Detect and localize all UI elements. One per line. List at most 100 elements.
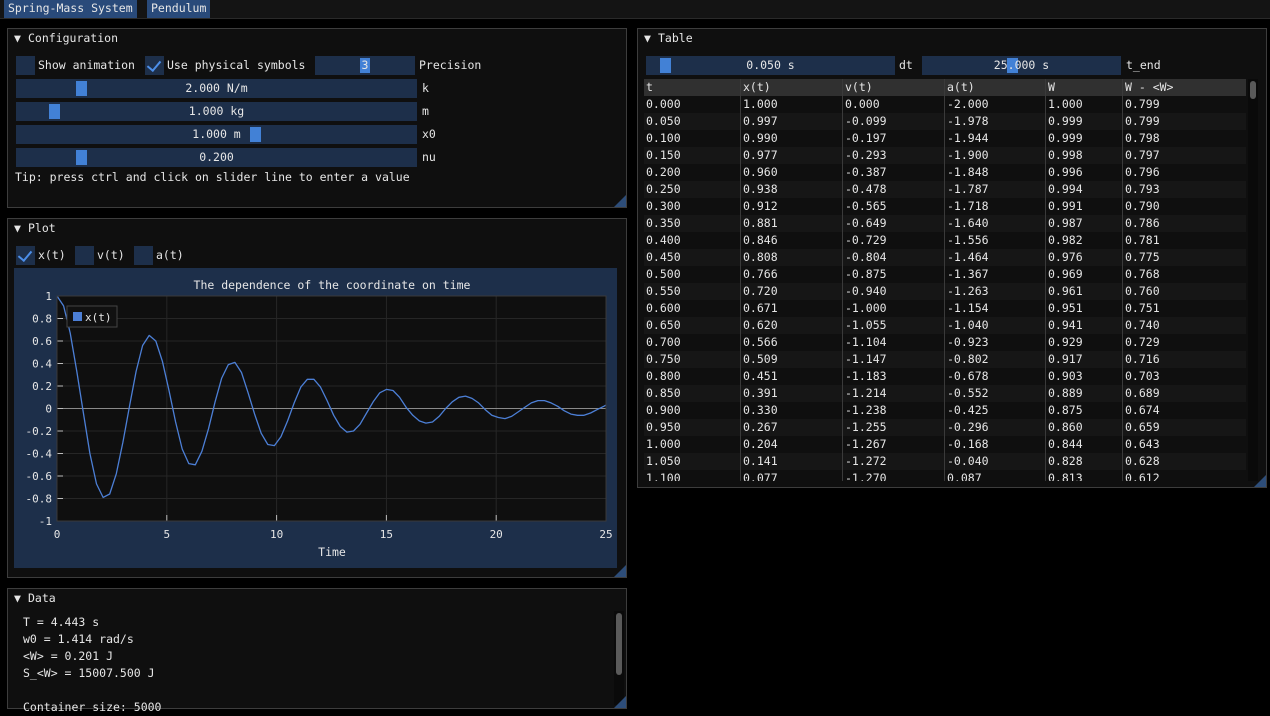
data-scrollbar[interactable] — [614, 611, 624, 705]
table-row[interactable]: 1.050 0.141 -1.272 -0.040 0.828 0.628 — [644, 453, 1246, 470]
resize-grip[interactable] — [1254, 475, 1266, 487]
column-header[interactable]: v(t) — [843, 79, 945, 96]
table-cell: -0.425 — [947, 403, 989, 417]
collapse-triangle-icon[interactable]: ▼ — [14, 589, 28, 607]
dt-slider-grab[interactable] — [659, 58, 671, 73]
table-row[interactable]: 0.550 0.720 -0.940 -1.263 0.961 0.760 — [644, 283, 1246, 300]
table-cell: 0.998 — [1048, 148, 1083, 162]
table-row[interactable]: 0.050 0.997 -0.099 -1.978 0.999 0.799 — [644, 113, 1246, 130]
dt-slider[interactable]: 0.050 s — [646, 56, 895, 75]
table-cell: 0.976 — [1048, 250, 1083, 264]
resize-grip[interactable] — [614, 195, 626, 207]
table-cell: 0.991 — [1048, 199, 1083, 213]
table-row[interactable]: 0.700 0.566 -1.104 -0.923 0.929 0.729 — [644, 334, 1246, 351]
table-cell: 0.860 — [1048, 420, 1083, 434]
slider-nu-grab[interactable] — [75, 150, 87, 165]
y-tick-label: 0.2 — [32, 380, 52, 393]
table-row[interactable]: 0.100 0.990 -0.197 -1.944 0.999 0.798 — [644, 130, 1246, 147]
tab-spring-mass-system[interactable]: Spring-Mass System — [4, 0, 137, 18]
table-row[interactable]: 0.800 0.451 -1.183 -0.678 0.903 0.703 — [644, 368, 1246, 385]
table-cell: 0.087 — [947, 471, 982, 481]
vt-checkbox-label: v(t) — [97, 248, 125, 262]
column-divider — [740, 79, 741, 481]
slider-x0-grab[interactable] — [249, 127, 261, 142]
configuration-title-bar[interactable]: ▼ Configuration — [8, 29, 626, 48]
column-header[interactable]: W — [1046, 79, 1123, 96]
y-tick-label: 1 — [45, 290, 52, 303]
table-row[interactable]: 1.000 0.204 -1.267 -0.168 0.844 0.643 — [644, 436, 1246, 453]
table-cell: 0.509 — [743, 352, 778, 366]
data-scrollbar-thumb[interactable] — [616, 613, 622, 675]
collapse-triangle-icon[interactable]: ▼ — [14, 29, 28, 47]
at-checkbox[interactable] — [134, 246, 153, 265]
table-cell: 0.941 — [1048, 318, 1083, 332]
slider-nu[interactable]: 0.200 — [16, 148, 417, 167]
slider-x0[interactable]: 1.000 m — [16, 125, 417, 144]
collapse-triangle-icon[interactable]: ▼ — [14, 219, 28, 237]
x-tick-label: 10 — [270, 528, 283, 541]
table-cell: 0.977 — [743, 148, 778, 162]
table-row[interactable]: 0.950 0.267 -1.255 -0.296 0.860 0.659 — [644, 419, 1246, 436]
table-cell: 0.889 — [1048, 386, 1083, 400]
table-title-bar[interactable]: ▼ Table — [638, 29, 1266, 48]
table-row[interactable]: 0.150 0.977 -0.293 -1.900 0.998 0.797 — [644, 147, 1246, 164]
slider-nu-label: nu — [422, 150, 436, 164]
table-row[interactable]: 0.400 0.846 -0.729 -1.556 0.982 0.781 — [644, 232, 1246, 249]
resize-grip[interactable] — [614, 696, 626, 708]
slider-k-grab[interactable] — [75, 81, 87, 96]
table-row[interactable]: 0.500 0.766 -0.875 -1.367 0.969 0.768 — [644, 266, 1246, 283]
slider-m[interactable]: 1.000 kg — [16, 102, 417, 121]
plot-area[interactable]: The dependence of the coordinate on time… — [14, 268, 617, 568]
show-animation-checkbox[interactable] — [16, 56, 35, 75]
precision-input[interactable]: 3 — [315, 56, 415, 75]
data-title-bar[interactable]: ▼ Data — [8, 589, 626, 608]
table-row[interactable]: 0.000 1.000 0.000 -2.000 1.000 0.799 — [644, 96, 1246, 113]
table-cell: 0.961 — [1048, 284, 1083, 298]
table-row[interactable]: 0.900 0.330 -1.238 -0.425 0.875 0.674 — [644, 402, 1246, 419]
table-cell: -0.678 — [947, 369, 989, 383]
table-row[interactable]: 0.650 0.620 -1.055 -1.040 0.941 0.740 — [644, 317, 1246, 334]
table-row[interactable]: 0.600 0.671 -1.000 -1.154 0.951 0.751 — [644, 300, 1246, 317]
table-row[interactable]: 0.250 0.938 -0.478 -1.787 0.994 0.793 — [644, 181, 1246, 198]
collapse-triangle-icon[interactable]: ▼ — [644, 29, 658, 47]
column-header[interactable]: W - <W> — [1123, 79, 1246, 96]
table-row[interactable]: 0.200 0.960 -0.387 -1.848 0.996 0.796 — [644, 164, 1246, 181]
x-axis-label: Time — [318, 545, 346, 559]
table-cell: 0.100 — [646, 131, 681, 145]
table-cell: -1.848 — [947, 165, 989, 179]
plot-title-bar[interactable]: ▼ Plot — [8, 219, 626, 238]
table-scrollbar[interactable] — [1248, 79, 1258, 481]
vt-checkbox[interactable] — [75, 246, 94, 265]
table-cell: -0.293 — [845, 148, 887, 162]
table-cell: 0.799 — [1125, 114, 1160, 128]
slider-x0-label: x0 — [422, 127, 436, 141]
table-row[interactable]: 0.300 0.912 -0.565 -1.718 0.991 0.790 — [644, 198, 1246, 215]
slider-m-grab[interactable] — [48, 104, 60, 119]
column-header[interactable]: a(t) — [945, 79, 1046, 96]
column-header[interactable]: x(t) — [741, 79, 843, 96]
slider-k[interactable]: 2.000 N/m — [16, 79, 417, 98]
column-header[interactable]: t — [644, 79, 741, 96]
table-cell: 1.000 — [743, 97, 778, 111]
xt-checkbox[interactable] — [16, 246, 35, 265]
table-cell: 1.100 — [646, 471, 681, 481]
table-row[interactable]: 0.350 0.881 -0.649 -1.640 0.987 0.786 — [644, 215, 1246, 232]
table-cell: -1.238 — [845, 403, 887, 417]
table-scrollbar-thumb[interactable] — [1250, 81, 1256, 99]
y-tick-label: 0 — [45, 403, 52, 416]
table-row[interactable]: 0.850 0.391 -1.214 -0.552 0.889 0.689 — [644, 385, 1246, 402]
table-cell: -1.040 — [947, 318, 989, 332]
tab-pendulum[interactable]: Pendulum — [147, 0, 211, 18]
t-end-slider[interactable]: 25.000 s — [922, 56, 1121, 75]
plot-title: Plot — [28, 221, 56, 235]
table-row[interactable]: 1.100 0.077 -1.270 0.087 0.813 0.612 — [644, 470, 1246, 481]
table-cell: -2.000 — [947, 97, 989, 111]
coordinate-chart[interactable]: The dependence of the coordinate on time… — [14, 268, 617, 568]
table-row[interactable]: 0.750 0.509 -1.147 -0.802 0.917 0.716 — [644, 351, 1246, 368]
table-cell: 0.828 — [1048, 454, 1083, 468]
use-physical-symbols-checkbox[interactable] — [145, 56, 164, 75]
tip-text: Tip: press ctrl and click on slider line… — [15, 170, 410, 184]
table-cell: -1.267 — [845, 437, 887, 451]
table-row[interactable]: 0.450 0.808 -0.804 -1.464 0.976 0.775 — [644, 249, 1246, 266]
results-table[interactable]: t x(t) v(t) a(t) W W - <W> 0.000 1.000 0.000 -2.0… — [644, 79, 1246, 481]
